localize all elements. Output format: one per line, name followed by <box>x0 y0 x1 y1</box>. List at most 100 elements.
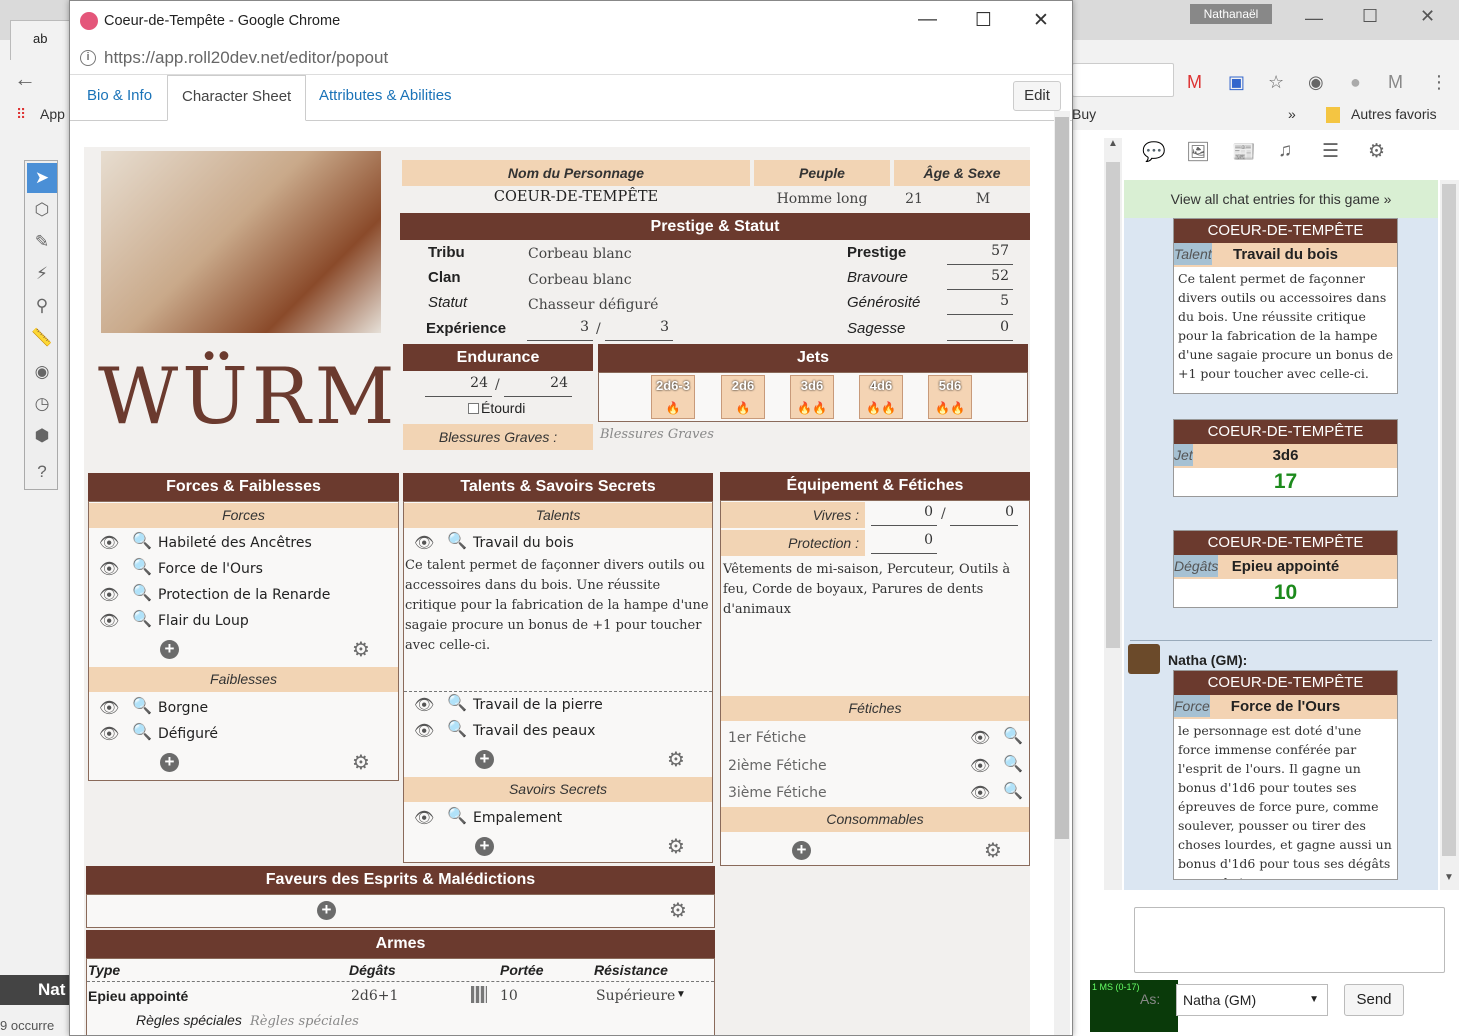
magnifier-icon[interactable]: 🔍 <box>132 696 152 716</box>
scroll-up-icon[interactable]: ▲ <box>1108 138 1118 149</box>
journal-tab-icon[interactable]: 📰 <box>1232 140 1256 164</box>
tab-bio-info[interactable]: Bio & Info <box>73 75 166 121</box>
talent-item[interactable]: Travail du bois <box>473 531 574 555</box>
faiblesse-item[interactable]: Défiguré <box>158 722 218 746</box>
vivres-max-field[interactable]: 0 <box>950 504 1018 526</box>
sidebar-scrollbar[interactable] <box>1104 138 1122 890</box>
sex-value[interactable]: M <box>950 191 1016 207</box>
magnifier-icon[interactable]: 🔍 <box>1003 781 1023 801</box>
view-all-chat-link[interactable]: View all chat entries for this game » <box>1124 180 1438 218</box>
zoom-tool-icon[interactable]: ⚲ <box>27 291 57 321</box>
savoir-item[interactable]: Empalement <box>473 806 562 830</box>
talent-item[interactable]: Travail des peaux <box>473 719 595 743</box>
age-value[interactable]: 21 <box>894 191 934 207</box>
faiblesse-item[interactable]: Borgne <box>158 696 208 720</box>
edit-button[interactable]: Edit <box>1013 81 1061 111</box>
add-faveur-icon[interactable]: + <box>317 901 336 920</box>
eye-icon[interactable]: 👁 <box>414 808 434 828</box>
dice-button-4d6[interactable]: 4d6 🔥🔥 <box>859 375 903 419</box>
regles-field[interactable]: Règles spéciales <box>250 1014 359 1029</box>
scroll-down-icon[interactable]: ▼ <box>1444 872 1454 883</box>
popup-maximize-icon[interactable]: ☐ <box>975 9 992 32</box>
help-icon[interactable]: ? <box>27 457 57 487</box>
chat-scrollbar[interactable] <box>1440 180 1459 890</box>
dice-button-2d6-3[interactable]: 2d6-3 🔥 <box>651 375 695 419</box>
magnifier-icon[interactable]: 🔍 <box>447 693 467 713</box>
eye-icon[interactable]: 👁 <box>970 728 990 748</box>
add-faiblesse-icon[interactable]: + <box>160 753 179 772</box>
etourdi-checkbox[interactable] <box>468 403 479 414</box>
protection-field[interactable]: 0 <box>871 532 937 554</box>
gmail-icon[interactable]: M <box>1187 72 1202 93</box>
chat-input[interactable] <box>1134 907 1445 973</box>
chevron-down-icon[interactable]: ▼ <box>676 989 686 1000</box>
apps-grid-icon[interactable]: ⠿ <box>16 106 26 123</box>
star-icon[interactable]: ☆ <box>1268 72 1284 93</box>
arme-portee[interactable]: 10 <box>500 988 518 1004</box>
roll-result[interactable]: 10 <box>1174 579 1397 607</box>
eye-icon[interactable]: 👁 <box>99 698 119 718</box>
equipment-text[interactable]: Vêtements de mi-saison, Percuteur, Outil… <box>723 560 1023 620</box>
endurance-current-field[interactable]: 24 <box>425 375 492 397</box>
dice-button-5d6[interactable]: 5d6 🔥🔥 <box>928 375 972 419</box>
speak-as-select[interactable]: Natha (GM) ▼ <box>1176 984 1328 1016</box>
force-item[interactable]: Protection de la Renarde <box>158 583 330 607</box>
roll-result[interactable]: 17 <box>1174 468 1397 496</box>
close-icon[interactable]: ✕ <box>1420 6 1435 27</box>
statut-value[interactable]: Chasseur défiguré <box>528 297 658 313</box>
arme-resistance[interactable]: Supérieure <box>596 988 675 1004</box>
magnifier-icon[interactable]: 🔍 <box>1003 754 1023 774</box>
magnifier-icon[interactable]: 🔍 <box>132 609 152 629</box>
m-extension-icon[interactable]: M <box>1388 72 1403 93</box>
more-bookmarks[interactable]: » <box>1288 106 1296 122</box>
gear-icon[interactable]: ⚙ <box>352 750 370 775</box>
extension-icon[interactable]: ▣ <box>1228 72 1245 93</box>
dice-tool-icon[interactable]: ⬢ <box>27 421 57 451</box>
add-consommable-icon[interactable]: + <box>792 841 811 860</box>
magnifier-icon[interactable]: 🔍 <box>132 531 152 551</box>
eye-icon[interactable]: 👁 <box>970 783 990 803</box>
eye-icon[interactable]: 👁 <box>99 585 119 605</box>
menu-dots-icon[interactable]: ⋮ <box>1430 72 1448 93</box>
info-icon[interactable]: i <box>80 50 96 66</box>
layers-tool-icon[interactable]: ⬡ <box>27 195 57 225</box>
bravoure-field[interactable]: 52 <box>947 268 1013 290</box>
send-button[interactable]: Send <box>1344 984 1404 1016</box>
talent-description[interactable]: Ce talent permet de façonner divers outi… <box>405 556 709 656</box>
eye-icon[interactable]: 👁 <box>99 533 119 553</box>
magnifier-icon[interactable]: 🔍 <box>132 722 152 742</box>
eye-icon[interactable]: 👁 <box>414 695 434 715</box>
arme-type[interactable]: Epieu appointé <box>88 988 188 1004</box>
character-name[interactable]: COEUR-DE-TEMPÊTE <box>402 189 750 205</box>
tab-attributes-abilities[interactable]: Attributes & Abilities <box>305 75 466 121</box>
draw-tool-icon[interactable]: ✎ <box>27 227 57 257</box>
eye-icon[interactable]: 👁 <box>99 611 119 631</box>
jukebox-tab-icon[interactable]: ♫ <box>1278 140 1292 162</box>
magnifier-icon[interactable]: 🔍 <box>447 719 467 739</box>
add-force-icon[interactable]: + <box>160 640 179 659</box>
endurance-max-field[interactable]: 24 <box>504 375 572 397</box>
talent-item[interactable]: Travail de la pierre <box>473 693 603 717</box>
generosite-field[interactable]: 5 <box>947 293 1013 315</box>
magnifier-icon[interactable]: 🔍 <box>447 806 467 826</box>
ruler-tool-icon[interactable]: 📏 <box>27 323 57 353</box>
arme-degats[interactable]: 2d6+1 <box>351 988 398 1004</box>
sagesse-field[interactable]: 0 <box>947 319 1013 341</box>
tab-character-sheet[interactable]: Character Sheet <box>167 75 307 121</box>
magnifier-icon[interactable]: 🔍 <box>447 531 467 551</box>
fetiche-item[interactable]: 1er Fétiche <box>728 726 806 750</box>
background-address-bar[interactable] <box>1072 63 1174 97</box>
dice-roll-icon[interactable] <box>471 986 487 1003</box>
eye-icon[interactable]: 👁 <box>99 724 119 744</box>
gear-icon[interactable]: ⚙ <box>667 834 685 859</box>
buy-bookmark[interactable]: Buy <box>1072 106 1096 122</box>
fog-tool-icon[interactable]: ◉ <box>27 357 57 387</box>
gear-icon[interactable]: ⚙ <box>352 637 370 662</box>
clan-value[interactable]: Corbeau blanc <box>528 272 632 288</box>
force-item[interactable]: Flair du Loup <box>158 609 249 633</box>
force-item[interactable]: Habileté des Ancêtres <box>158 531 312 555</box>
gear-icon[interactable]: ⚙ <box>984 838 1002 863</box>
compendium-tab-icon[interactable]: ☰ <box>1322 140 1339 163</box>
eye-icon[interactable]: 👁 <box>414 721 434 741</box>
popup-close-icon[interactable]: ✕ <box>1033 9 1049 32</box>
